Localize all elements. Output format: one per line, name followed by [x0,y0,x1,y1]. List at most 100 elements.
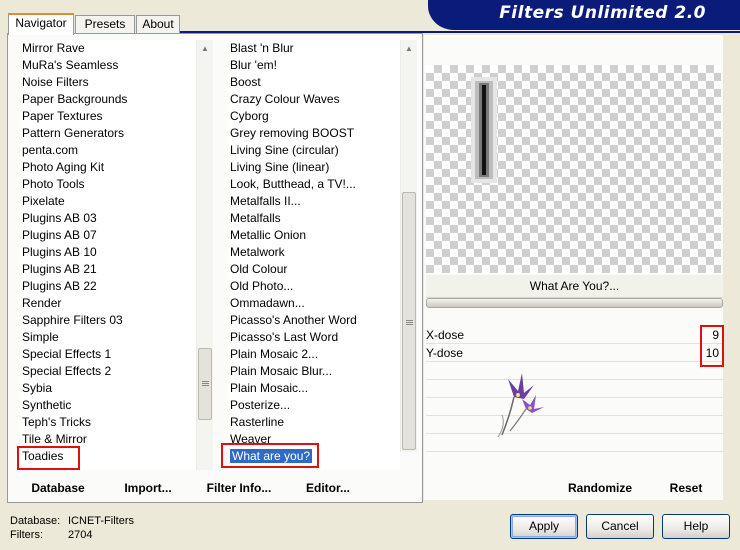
filter-list[interactable]: Blast 'n Blur Blur 'em! Boost Crazy Colour … [228,40,400,470]
category-item[interactable]: Plugins AB 21 [20,261,97,278]
filter-item[interactable]: Metalfalls II... [228,193,301,210]
filter-item-label: Metallic Onion [230,228,307,242]
category-list[interactable]: Mirror Rave MuRa's Seamless Noise Filters P… [20,40,196,470]
category-item[interactable]: Paper Textures [20,108,103,125]
category-item[interactable]: Mirror Rave [20,40,85,57]
category-item-label: Photo Tools [22,177,85,191]
category-item[interactable]: Plugins AB 03 [20,210,97,227]
category-scrollbar[interactable]: ▲ [196,40,213,470]
filter-item-label: Crazy Colour Waves [230,92,340,106]
category-item-label: Sybia [22,381,53,395]
category-item[interactable]: Special Effects 1 [20,346,111,363]
filter-item-label: Grey removing BOOST [230,126,355,140]
category-item[interactable]: Synthetic [20,397,71,414]
category-item[interactable]: MuRa's Seamless [20,57,118,74]
apply-button[interactable]: Apply [510,514,578,539]
import-button[interactable]: Import... [112,477,184,499]
param-name: X-dose [426,328,465,342]
filter-item[interactable]: Picasso's Last Word [228,329,338,346]
category-item-label: Special Effects 2 [22,364,112,378]
filter-item-label: Plain Mosaic 2... [230,347,319,361]
param-name: Y-dose [426,346,463,360]
database-button[interactable]: Database [22,477,94,499]
filter-item[interactable]: Metalfalls [228,210,281,227]
filter-item[interactable]: Living Sine (linear) [228,159,329,176]
category-item-label: Pixelate [22,194,65,208]
filter-item[interactable]: Blast 'n Blur [228,40,294,57]
filter-item[interactable]: Rasterline [228,414,284,431]
database-value: ICNET-Filters [68,515,134,527]
help-button[interactable]: Help [662,514,730,539]
category-item-label: penta.com [22,143,79,157]
filter-item-label: Posterize... [230,398,291,412]
scroll-up-icon[interactable]: ▲ [401,40,417,57]
category-item[interactable]: Plugins AB 22 [20,278,97,295]
tab-presets[interactable]: Presets [75,15,135,34]
category-item[interactable]: Photo Tools [20,176,85,193]
category-item[interactable]: Plugins AB 10 [20,244,97,261]
category-item[interactable]: Sapphire Filters 03 [20,312,123,329]
editor-button[interactable]: Editor... [292,477,364,499]
category-item[interactable]: penta.com [20,142,78,159]
category-item[interactable]: Simple [20,329,59,346]
filter-item[interactable]: Posterize... [228,397,290,414]
category-item-label: Tile & Mirror [22,432,87,446]
filter-item[interactable]: Ommadawn... [228,295,305,312]
category-item[interactable]: Plugins AB 07 [20,227,97,244]
filter-item-label: Boost [230,75,261,89]
category-item-label: Plugins AB 07 [22,228,97,242]
category-item[interactable]: Teph's Tricks [20,414,91,431]
scroll-up-icon[interactable]: ▲ [197,40,213,57]
category-item-label: Sapphire Filters 03 [22,313,123,327]
cancel-button[interactable]: Cancel [586,514,654,539]
filter-scrollbar[interactable]: ▲ [400,40,417,452]
filter-item[interactable]: Plain Mosaic... [228,380,308,397]
filter-item-label: Ommadawn... [230,296,305,310]
randomize-button[interactable]: Randomize [560,477,640,499]
filter-info-button[interactable]: Filter Info... [194,477,284,499]
category-item-label: Photo Aging Kit [22,160,105,174]
category-item[interactable]: Pattern Generators [20,125,124,142]
filter-item[interactable]: Metallic Onion [228,227,306,244]
filter-item-label: Metalwork [230,245,285,259]
filter-item[interactable]: Plain Mosaic Blur... [228,363,332,380]
window-title: Filters Unlimited 2.0 [499,3,706,23]
filter-item[interactable]: Crazy Colour Waves [228,91,340,108]
filter-item-label: Metalfalls [230,211,281,225]
filter-item[interactable]: Plain Mosaic 2... [228,346,318,363]
tab-navigator[interactable]: Navigator [8,13,74,35]
filters-count-value: 2704 [68,529,93,541]
filter-item[interactable]: Cyborg [228,108,269,125]
category-item[interactable]: Render [20,295,61,312]
category-item[interactable]: Noise Filters [20,74,89,91]
filter-item[interactable]: Look, Butthead, a TV!... [228,176,356,193]
filter-item[interactable]: Boost [228,74,261,91]
filter-item-label: Plain Mosaic Blur... [230,364,333,378]
category-item[interactable]: Sybia [20,380,52,397]
category-item[interactable]: Photo Aging Kit [20,159,104,176]
filter-scroll-thumb[interactable] [402,192,416,450]
category-item-label: MuRa's Seamless [22,58,119,72]
filter-item[interactable]: Metalwork [228,244,285,261]
category-item[interactable]: Pixelate [20,193,65,210]
filter-item[interactable]: Blur 'em! [228,57,277,74]
param-row-x-dose[interactable]: X-dose 9 [426,327,723,344]
category-item[interactable]: Special Effects 2 [20,363,111,380]
filter-item-label: Living Sine (linear) [230,160,330,174]
category-item[interactable]: Paper Backgrounds [20,91,127,108]
tab-about[interactable]: About [136,15,180,34]
filter-item-label: Rasterline [230,415,285,429]
filter-item[interactable]: Old Photo... [228,278,293,295]
parameter-list: X-dose 9 Y-dose 10 [426,325,723,475]
category-scroll-thumb[interactable] [198,348,212,420]
category-item-label: Special Effects 1 [22,347,112,361]
param-row-y-dose[interactable]: Y-dose 10 [426,345,723,362]
category-item-label: Paper Textures [22,109,103,123]
category-item-label: Plugins AB 21 [22,262,97,276]
reset-button[interactable]: Reset [656,477,716,499]
category-item-label: Plugins AB 10 [22,245,97,259]
filter-item[interactable]: Living Sine (circular) [228,142,339,159]
filter-item[interactable]: Old Colour [228,261,287,278]
filter-item[interactable]: Picasso's Another Word [228,312,357,329]
filter-item[interactable]: Grey removing BOOST [228,125,354,142]
